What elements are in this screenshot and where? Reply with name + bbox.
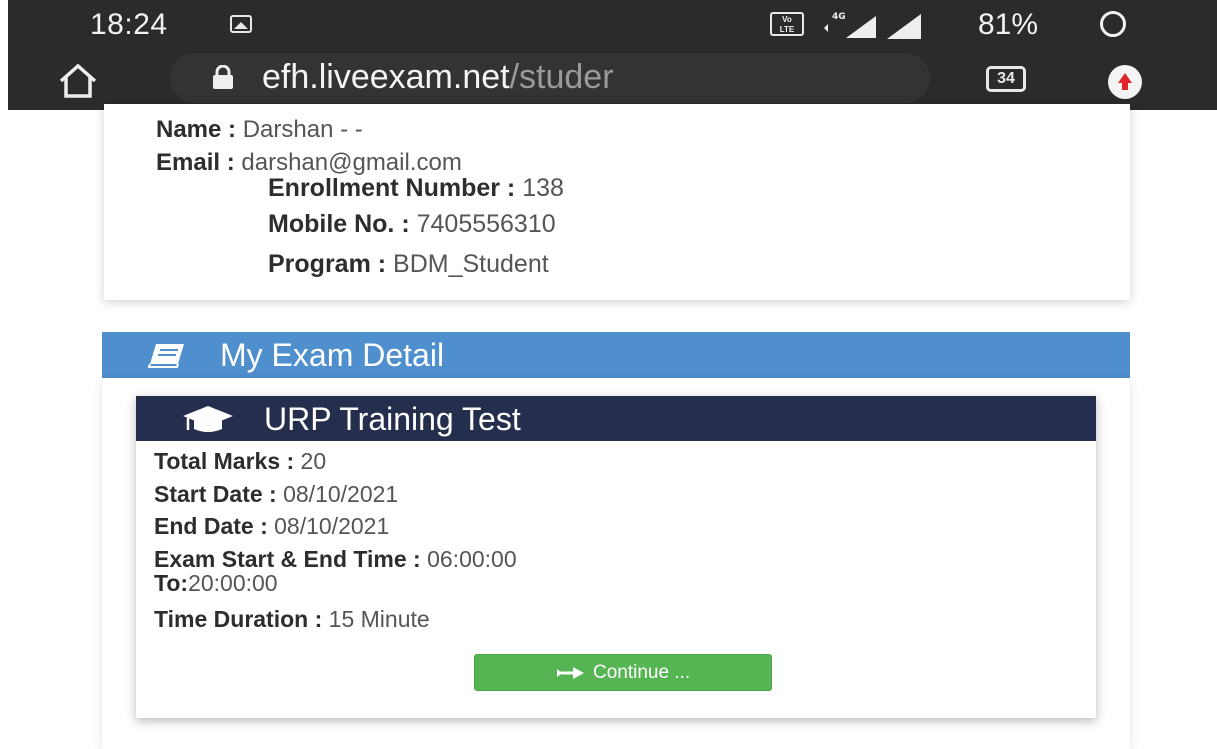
profile-mobile-row: Mobile No. : 7405556310 xyxy=(268,210,556,238)
url-text[interactable]: efh.liveexam.net/studer xyxy=(262,58,614,97)
exam-section-title: My Exam Detail xyxy=(220,337,445,373)
profile-enrollment: 138 xyxy=(522,174,564,202)
start-date-row: Start Date : 08/10/2021 xyxy=(154,481,399,507)
exam-card-header: URP Training Test xyxy=(136,396,1096,441)
svg-text:4G: 4G xyxy=(832,12,846,22)
signal-icon xyxy=(887,14,921,39)
exam-end-time: 20:00:00 xyxy=(188,570,278,596)
profile-program-row: Program : BDM_Student xyxy=(268,250,549,278)
exam-card: URP Training Test Total Marks : 20 Start… xyxy=(136,396,1096,718)
exam-section-header: My Exam Detail xyxy=(102,332,1130,378)
battery-icon xyxy=(1100,11,1126,37)
start-date-value: 08/10/2021 xyxy=(283,481,399,507)
status-bar: 18:24 Vo LTE 4G 81% xyxy=(8,0,1217,47)
exam-title: URP Training Test xyxy=(264,401,521,437)
lock-icon xyxy=(213,65,233,89)
end-date-value: 08/10/2021 xyxy=(274,513,390,539)
exam-section-body: URP Training Test Total Marks : 20 Start… xyxy=(102,378,1130,749)
exam-start-time: 06:00:00 xyxy=(427,546,517,572)
profile-program: BDM_Student xyxy=(393,250,549,278)
profile-card: Name : Darshan - - Email : darshan@gmail… xyxy=(104,104,1130,300)
address-bar[interactable]: efh.liveexam.net/studer xyxy=(170,53,930,103)
profile-email-row: Email : darshan@gmail.com xyxy=(156,149,462,176)
exam-end-time-row: To:20:00:00 xyxy=(154,570,278,596)
continue-button[interactable]: Continue ... xyxy=(474,654,772,691)
profile-name-row: Name : Darshan - - xyxy=(156,116,363,143)
profile-email: darshan@gmail.com xyxy=(241,149,462,176)
profile-name: Darshan - - xyxy=(242,116,363,143)
continue-button-label: Continue ... xyxy=(593,662,691,683)
home-icon[interactable] xyxy=(58,63,98,99)
browser-toolbar: efh.liveexam.net/studer 34 xyxy=(8,47,1217,110)
exam-time-row: Exam Start & End Time : 06:00:00 xyxy=(154,546,517,572)
volte-icon: Vo LTE xyxy=(770,12,804,36)
status-time: 18:24 xyxy=(90,8,168,41)
profile-enrollment-row: Enrollment Number : 138 xyxy=(268,174,564,202)
total-marks-row: Total Marks : 20 xyxy=(154,448,327,474)
update-icon[interactable] xyxy=(1108,65,1142,99)
time-duration-value: 15 Minute xyxy=(328,606,430,632)
end-date-row: End Date : 08/10/2021 xyxy=(154,513,390,539)
graduation-cap-icon xyxy=(183,406,233,432)
page-content: Name : Darshan - - Email : darshan@gmail… xyxy=(0,104,1217,749)
arrow-right-icon xyxy=(557,667,584,679)
tabs-icon[interactable]: 34 xyxy=(986,66,1026,92)
image-notification-icon xyxy=(230,15,252,33)
time-duration-row: Time Duration : 15 Minute xyxy=(154,606,430,632)
profile-mobile: 7405556310 xyxy=(416,210,556,238)
battery-percent: 81% xyxy=(978,8,1039,41)
book-icon xyxy=(148,344,184,368)
signal-4g-icon: 4G xyxy=(824,12,876,38)
total-marks-value: 20 xyxy=(300,448,327,474)
